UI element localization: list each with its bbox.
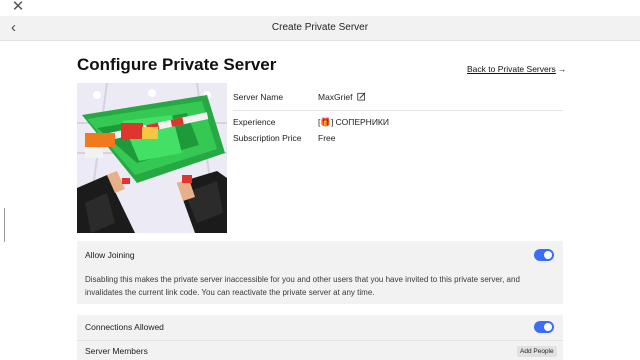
add-people-button[interactable]: Add People bbox=[517, 346, 557, 357]
server-name-value: MaxGrief bbox=[318, 92, 353, 102]
back-link-label: Back to Private Servers bbox=[467, 64, 556, 74]
experience-value: [🎁] СОПЕРНИКИ bbox=[318, 117, 389, 127]
allow-joining-description: Disabling this makes the private server … bbox=[85, 275, 520, 297]
thumbnail-image bbox=[77, 83, 227, 233]
header-title: Create Private Server bbox=[271, 22, 369, 33]
experience-label: Experience bbox=[233, 117, 276, 127]
subscription-price-value: Free bbox=[318, 133, 336, 143]
connections-panel: Connections Allowed Server Members bbox=[77, 315, 563, 360]
allow-joining-panel: Allow Joining Disabling this makes the p… bbox=[77, 241, 563, 304]
toggle-knob bbox=[544, 323, 552, 331]
toggle-knob bbox=[544, 251, 552, 259]
close-icon[interactable]: ✕ bbox=[10, 0, 26, 14]
server-members-label: Server Members bbox=[85, 346, 148, 356]
header-bar: ‹ Create Private Server bbox=[0, 16, 640, 41]
allow-joining-toggle[interactable] bbox=[534, 249, 554, 261]
arrow-right-icon: → bbox=[557, 64, 567, 74]
scroll-indicator bbox=[4, 208, 5, 242]
page-title: Configure Private Server bbox=[77, 55, 277, 74]
subscription-price-label: Subscription Price bbox=[233, 133, 302, 143]
back-to-private-servers-link[interactable]: Back to Private Servers → bbox=[467, 64, 566, 74]
window-top-bar bbox=[0, 0, 640, 16]
server-name-label: Server Name bbox=[233, 92, 284, 102]
connections-divider bbox=[77, 340, 563, 341]
experience-thumbnail bbox=[77, 83, 227, 233]
edit-icon[interactable] bbox=[357, 92, 366, 101]
connections-allowed-toggle[interactable] bbox=[534, 321, 554, 333]
allow-joining-label: Allow Joining bbox=[85, 250, 135, 260]
connections-allowed-label: Connections Allowed bbox=[85, 322, 164, 332]
details-divider bbox=[233, 110, 563, 111]
